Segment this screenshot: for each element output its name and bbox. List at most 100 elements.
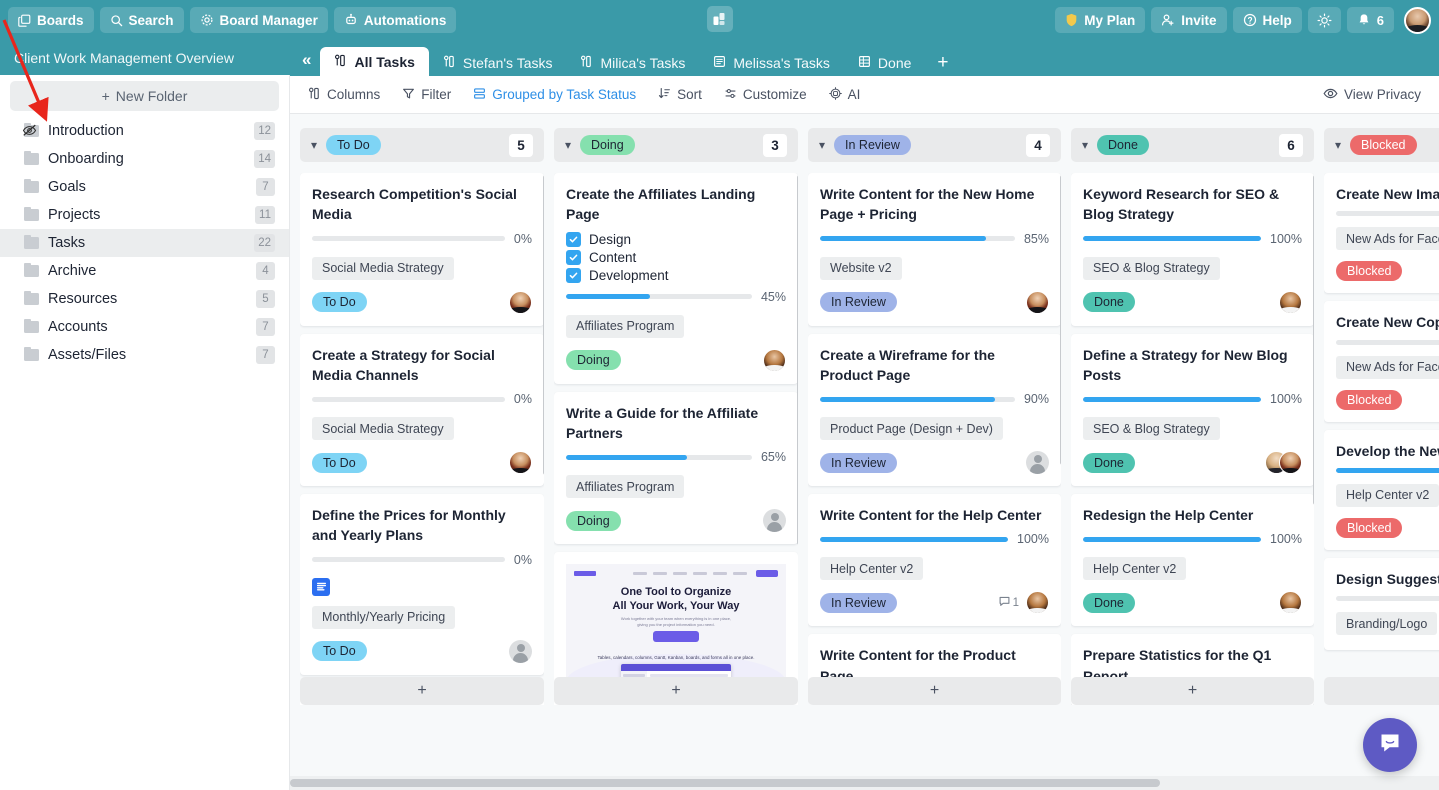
column-header[interactable]: ▾ To Do 5 xyxy=(300,128,544,162)
card-status-badge[interactable]: Done xyxy=(1083,292,1135,313)
theme-toggle-button[interactable] xyxy=(1307,7,1341,33)
card-tag[interactable]: Website v2 xyxy=(820,256,902,280)
card-tag[interactable]: SEO & Blog Strategy xyxy=(1083,256,1220,280)
task-card[interactable]: Research Competition's Social Media 0% S… xyxy=(300,173,544,326)
add-card-button[interactable]: + xyxy=(808,677,1061,705)
sidebar-item-archive[interactable]: Archive 4 xyxy=(0,257,289,285)
notifications-button[interactable]: 6 xyxy=(1346,7,1394,33)
invite-button[interactable]: Invite xyxy=(1151,7,1227,33)
task-card[interactable]: Develop the New Platform Help Center v2 … xyxy=(1324,429,1439,550)
card-status-badge[interactable]: To Do xyxy=(312,641,367,662)
task-card[interactable]: Create the Affiliates Landing Page Desig… xyxy=(554,173,798,384)
card-status-badge[interactable]: In Review xyxy=(820,452,897,473)
chevron-down-icon[interactable]: ▾ xyxy=(565,139,571,151)
column-header[interactable]: ▾ Doing 3 xyxy=(554,128,798,162)
card-status-badge[interactable]: In Review xyxy=(820,292,897,313)
boards-button[interactable]: Boards xyxy=(8,7,94,33)
task-card[interactable]: Write Content for the Help Center 100% H… xyxy=(808,494,1061,627)
horizontal-scrollbar-thumb[interactable] xyxy=(290,779,1160,787)
card-tag[interactable]: Monthly/Yearly Pricing xyxy=(312,605,456,629)
add-view-button[interactable]: + xyxy=(925,53,960,76)
card-tag[interactable]: Product Page (Design + Dev) xyxy=(820,417,1003,441)
add-card-button[interactable] xyxy=(1324,677,1439,705)
card-tag[interactable]: Help Center v2 xyxy=(1083,557,1187,581)
checkbox-checked-icon[interactable] xyxy=(566,231,581,247)
card-status-badge[interactable]: To Do xyxy=(312,292,367,313)
my-plan-button[interactable]: My Plan xyxy=(1055,7,1146,33)
card-tag[interactable]: Affiliates Program xyxy=(566,475,685,499)
card-tag[interactable]: New Ads for Faceb xyxy=(1336,227,1439,251)
avatar-placeholder[interactable] xyxy=(1026,451,1049,475)
avatar-group[interactable] xyxy=(1265,451,1302,475)
checkbox-checked-icon[interactable] xyxy=(566,249,581,265)
card-tag[interactable]: Affiliates Program xyxy=(566,314,685,338)
help-button[interactable]: Help xyxy=(1232,7,1302,33)
new-folder-button[interactable]: + New Folder xyxy=(10,81,279,111)
avatar[interactable] xyxy=(509,290,532,314)
card-tag[interactable]: Branding/Logo xyxy=(1336,612,1438,636)
tab-done[interactable]: Done xyxy=(844,49,925,76)
tab-milicas-tasks[interactable]: Milica's Tasks xyxy=(566,49,699,76)
search-button[interactable]: Search xyxy=(99,7,184,33)
avatar[interactable] xyxy=(509,451,532,475)
card-tag[interactable]: New Ads for Faceb xyxy=(1336,355,1439,379)
card-tag[interactable]: SEO & Blog Strategy xyxy=(1083,417,1220,441)
task-card[interactable]: Create New Copy New Ads for Faceb Blocke… xyxy=(1324,301,1439,422)
tab-melissas-tasks[interactable]: Melissa's Tasks xyxy=(699,49,844,76)
avatar[interactable] xyxy=(1026,290,1049,314)
collapse-sidebar-button[interactable]: « xyxy=(296,51,320,76)
sidebar-item-projects[interactable]: Projects 11 xyxy=(0,201,289,229)
column-scrollbar[interactable] xyxy=(543,175,544,475)
chevron-down-icon[interactable]: ▾ xyxy=(1082,139,1088,151)
task-card[interactable]: Design Suggestio Logo Branding/Logo xyxy=(1324,557,1439,650)
avatar[interactable] xyxy=(1279,451,1302,475)
customize-button[interactable]: Customize xyxy=(724,87,807,103)
filter-button[interactable]: Filter xyxy=(402,87,451,103)
card-status-badge[interactable]: Doing xyxy=(566,350,621,371)
board-manager-button[interactable]: Board Manager xyxy=(189,7,328,33)
add-card-button[interactable]: + xyxy=(300,677,544,705)
user-avatar[interactable] xyxy=(1404,6,1431,34)
sidebar-item-accounts[interactable]: Accounts 7 xyxy=(0,313,289,341)
columns-button[interactable]: Columns xyxy=(308,87,380,103)
checklist-item[interactable]: Content xyxy=(566,249,786,265)
automations-button[interactable]: Automations xyxy=(333,7,457,33)
task-card[interactable]: Write Content for the New Home Page + Pr… xyxy=(808,173,1061,326)
task-card[interactable]: Define the Prices for Monthly and Yearly… xyxy=(300,494,544,675)
task-card[interactable]: Keyword Research for SEO & Blog Strategy… xyxy=(1071,173,1314,326)
chevron-down-icon[interactable]: ▾ xyxy=(1335,139,1341,151)
card-status-badge[interactable]: Blocked xyxy=(1336,261,1403,282)
card-status-badge[interactable]: Done xyxy=(1083,592,1135,613)
comment-count[interactable]: 1 xyxy=(999,596,1019,610)
task-card[interactable]: Define a Strategy for New Blog Posts 100… xyxy=(1071,333,1314,487)
column-scrollbar[interactable] xyxy=(1060,175,1061,465)
avatar-placeholder[interactable] xyxy=(509,639,532,663)
card-status-badge[interactable]: To Do xyxy=(312,452,367,473)
task-card[interactable]: Create a Strategy for Social Media Chann… xyxy=(300,333,544,487)
view-privacy-button[interactable]: View Privacy xyxy=(1323,87,1421,103)
avatar[interactable] xyxy=(1279,591,1302,615)
sidebar-item-tasks[interactable]: Tasks 22 xyxy=(0,229,289,257)
tab-stefans-tasks[interactable]: Stefan's Tasks xyxy=(429,49,567,76)
sort-button[interactable]: Sort xyxy=(658,87,702,103)
card-status-badge[interactable]: Doing xyxy=(566,510,621,531)
sidebar-item-resources[interactable]: Resources 5 xyxy=(0,285,289,313)
horizontal-scrollbar-track[interactable] xyxy=(290,776,1439,790)
card-status-badge[interactable]: Blocked xyxy=(1336,389,1403,410)
chevron-down-icon[interactable]: ▾ xyxy=(311,139,317,151)
avatar[interactable] xyxy=(1026,591,1049,615)
column-header[interactable]: ▾ Done 6 xyxy=(1071,128,1314,162)
chevron-down-icon[interactable]: ▾ xyxy=(819,139,825,151)
checkbox-checked-icon[interactable] xyxy=(566,267,581,283)
task-card[interactable]: Write a Guide for the Affiliate Partners… xyxy=(554,391,798,545)
group-by-button[interactable]: Grouped by Task Status xyxy=(473,87,636,103)
sidebar-item-onboarding[interactable]: Onboarding 14 xyxy=(0,145,289,173)
checklist-item[interactable]: Design xyxy=(566,231,786,247)
description-icon[interactable] xyxy=(312,577,330,596)
ai-button[interactable]: AI xyxy=(828,86,860,103)
sidebar-item-goals[interactable]: Goals 7 xyxy=(0,173,289,201)
sidebar-item-introduction[interactable]: Introduction 12 xyxy=(0,117,289,145)
column-header[interactable]: ▾ In Review 4 xyxy=(808,128,1061,162)
task-card[interactable]: Redesign the Help Center 100% Help Cente… xyxy=(1071,494,1314,627)
card-status-badge[interactable]: In Review xyxy=(820,592,897,613)
